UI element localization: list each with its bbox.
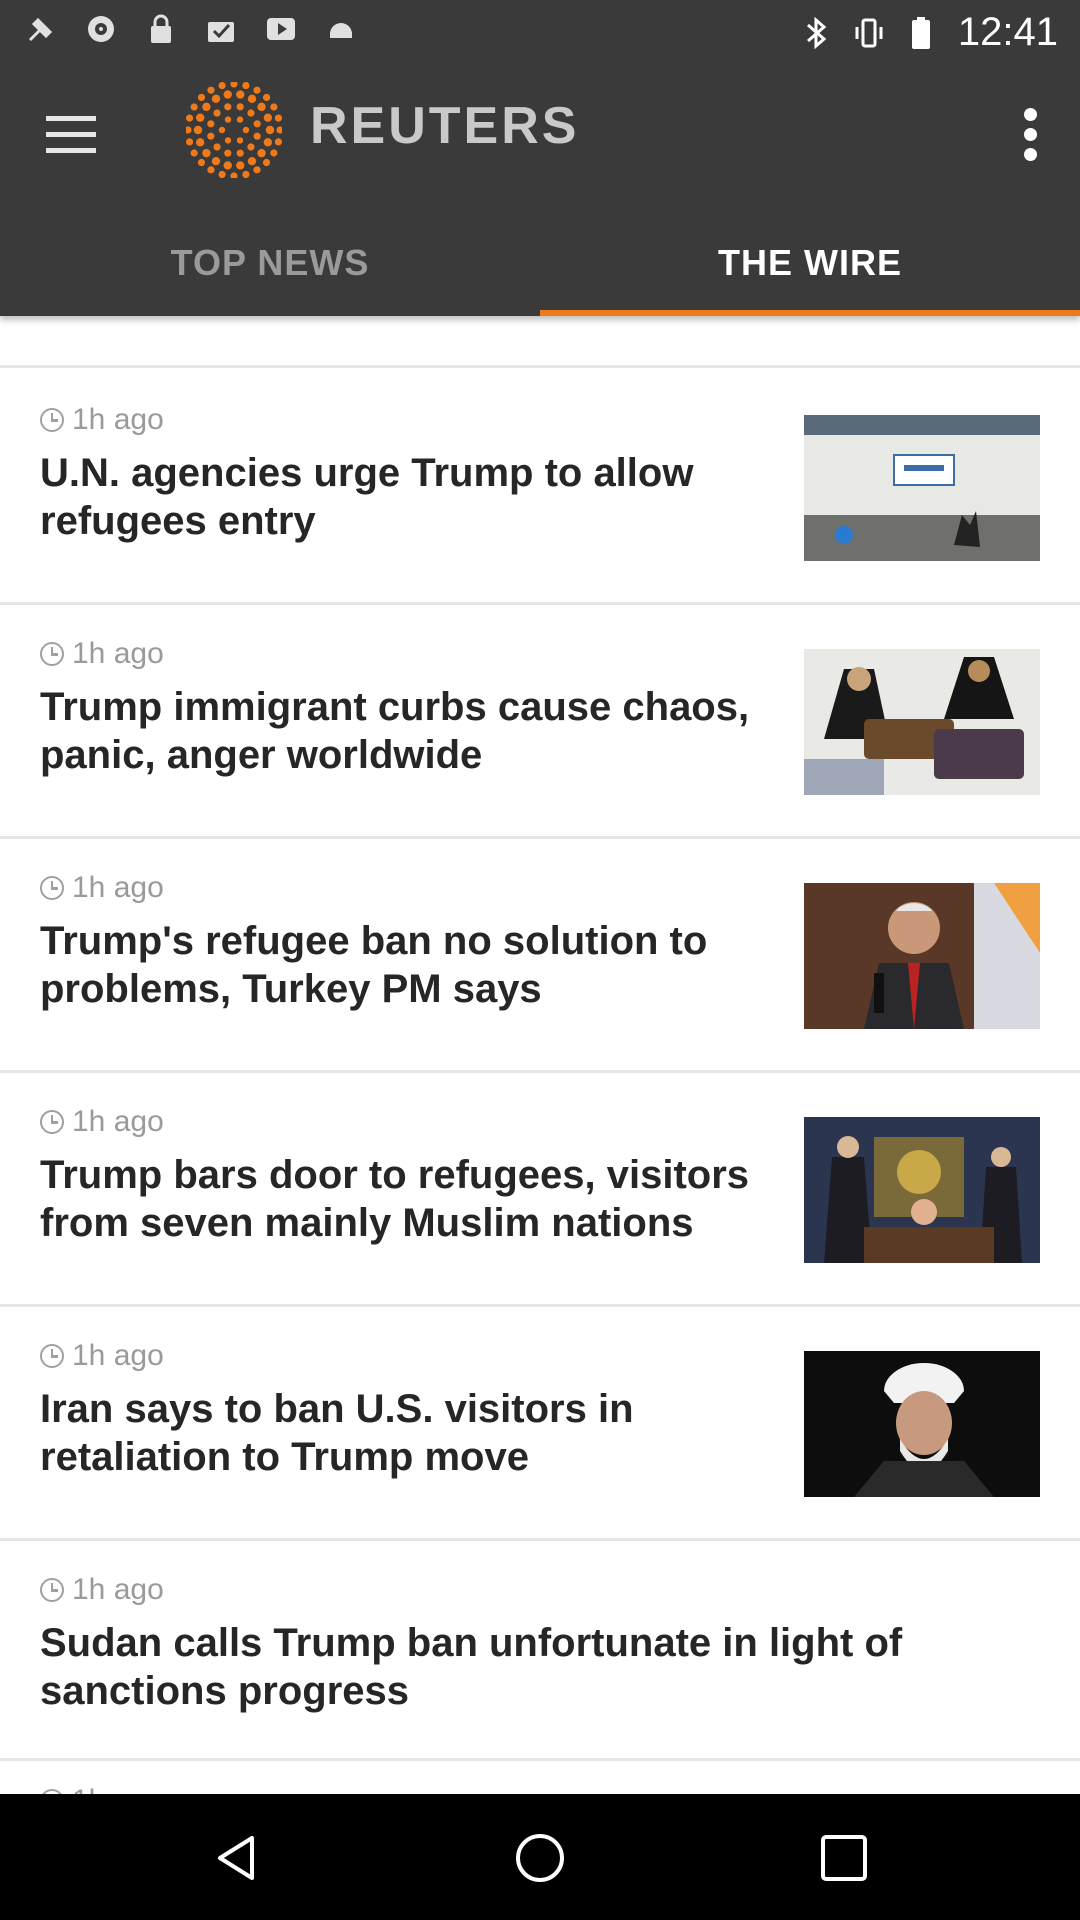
news-feed[interactable]: 1h ago U.N. agencies urge Trump to allow… bbox=[0, 316, 1080, 1794]
status-bar: 12:41 bbox=[0, 0, 1080, 66]
list-item[interactable]: 1h ago Trump's refugee ban no solution t… bbox=[0, 839, 1080, 1073]
list-item[interactable]: 1h ago U.N. agencies urge Trump to allow… bbox=[0, 371, 1080, 605]
list-item-partial[interactable] bbox=[0, 316, 1080, 368]
list-item-partial[interactable]: 1h ago bbox=[0, 1764, 1080, 1794]
battery-icon bbox=[906, 15, 936, 51]
home-icon[interactable] bbox=[514, 1832, 566, 1884]
clock-icon bbox=[40, 1578, 64, 1602]
article-time: 1h ago bbox=[72, 1784, 164, 1794]
fake-gps-icon bbox=[24, 12, 58, 46]
lock-icon bbox=[144, 12, 178, 46]
article-time: 1h ago bbox=[72, 637, 164, 670]
hamburger-menu-icon[interactable] bbox=[46, 116, 100, 156]
clipboard-check-icon bbox=[204, 12, 238, 46]
more-vert-icon[interactable] bbox=[1020, 108, 1040, 164]
notification-icons bbox=[24, 12, 358, 46]
article-time: 1h ago bbox=[72, 1105, 164, 1138]
article-thumbnail[interactable] bbox=[804, 1351, 1040, 1497]
recents-icon[interactable] bbox=[818, 1832, 870, 1884]
article-thumbnail[interactable] bbox=[804, 883, 1040, 1029]
reuters-logo bbox=[184, 80, 284, 180]
list-item[interactable]: 1h ago Sudan calls Trump ban unfortunate… bbox=[0, 1541, 1080, 1761]
clock-icon bbox=[40, 876, 64, 900]
article-meta: 1h ago bbox=[40, 403, 164, 437]
system-indicators: 12:41 bbox=[802, 10, 1058, 55]
article-meta: 1h ago bbox=[40, 1573, 164, 1607]
article-meta: 1h ago bbox=[40, 1105, 164, 1139]
list-item[interactable]: 1h ago Trump bars door to refugees, visi… bbox=[0, 1073, 1080, 1307]
clock-icon bbox=[40, 642, 64, 666]
tab-top-news[interactable]: TOP NEWS bbox=[0, 210, 540, 316]
article-headline[interactable]: Iran says to ban U.S. visitors in retali… bbox=[40, 1385, 780, 1481]
article-meta: 1h ago bbox=[40, 871, 164, 905]
article-headline[interactable]: U.N. agencies urge Trump to allow refuge… bbox=[40, 449, 780, 545]
article-time: 1h ago bbox=[72, 871, 164, 904]
tab-the-wire[interactable]: THE WIRE bbox=[540, 210, 1080, 316]
status-time: 12:41 bbox=[957, 10, 1058, 54]
play-icon bbox=[264, 12, 298, 46]
article-meta: 1h ago bbox=[40, 1339, 164, 1373]
app-title: REUTERS bbox=[310, 97, 580, 155]
tab-indicator bbox=[540, 310, 1080, 316]
tab-bar: TOP NEWS THE WIRE bbox=[0, 210, 1080, 316]
app-bar: REUTERS bbox=[0, 66, 1080, 210]
article-time: 1h ago bbox=[72, 1573, 164, 1606]
system-nav-bar bbox=[0, 1794, 1080, 1920]
clock-icon bbox=[40, 1110, 64, 1134]
article-headline[interactable]: Sudan calls Trump ban unfortunate in lig… bbox=[40, 1619, 1040, 1715]
bluetooth-icon bbox=[802, 15, 832, 51]
android-icon bbox=[324, 12, 358, 46]
clock-icon bbox=[40, 408, 64, 432]
back-icon[interactable] bbox=[212, 1832, 264, 1884]
article-headline[interactable]: Trump's refugee ban no solution to probl… bbox=[40, 917, 780, 1013]
article-meta: 1h ago bbox=[40, 637, 164, 671]
article-time: 1h ago bbox=[72, 403, 164, 436]
article-thumbnail[interactable] bbox=[804, 1117, 1040, 1263]
list-item[interactable]: 1h ago Trump immigrant curbs cause chaos… bbox=[0, 605, 1080, 839]
sync-icon bbox=[84, 12, 118, 46]
list-item[interactable]: 1h ago Iran says to ban U.S. visitors in… bbox=[0, 1307, 1080, 1541]
article-thumbnail[interactable] bbox=[804, 415, 1040, 561]
article-headline[interactable]: Trump bars door to refugees, visitors fr… bbox=[40, 1151, 780, 1247]
clock-icon bbox=[40, 1344, 64, 1368]
article-meta: 1h ago bbox=[40, 1784, 164, 1794]
article-thumbnail[interactable] bbox=[804, 649, 1040, 795]
article-headline[interactable]: Trump immigrant curbs cause chaos, panic… bbox=[40, 683, 780, 779]
article-time: 1h ago bbox=[72, 1339, 164, 1372]
vibrate-icon bbox=[854, 15, 884, 51]
